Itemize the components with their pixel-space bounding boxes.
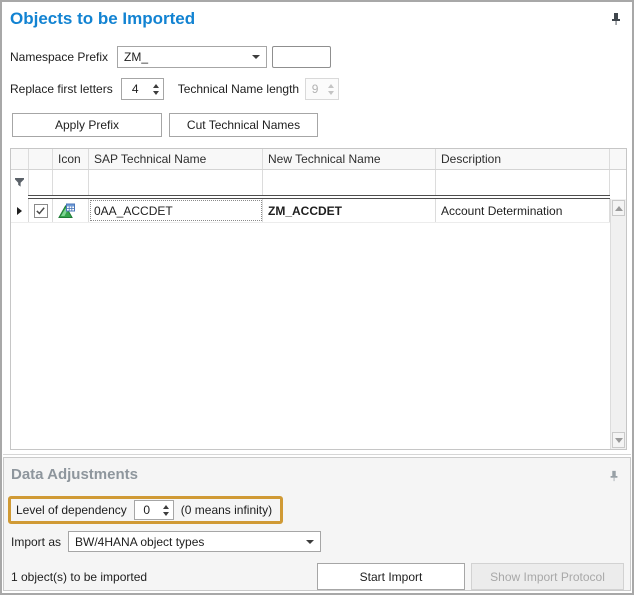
filter-funnel-icon	[14, 177, 25, 188]
show-import-protocol-button: Show Import Protocol	[471, 563, 624, 590]
cell-sap-technical-name[interactable]: 0AA_ACCDET	[89, 199, 263, 222]
filter-row	[11, 170, 626, 195]
technical-name-length-value: 9	[306, 79, 324, 99]
import-objects-window: Objects to be Imported Namespace Prefix …	[0, 0, 634, 595]
objects-table: Icon SAP Technical Name New Technical Na…	[10, 148, 627, 450]
section-title: Data Adjustments	[11, 466, 138, 483]
import-as-dropdown[interactable]: BW/4HANA object types	[68, 531, 321, 552]
vertical-scrollbar[interactable]	[610, 199, 626, 449]
namespace-prefix-value: ZM_	[124, 50, 252, 64]
column-header-spacer	[610, 149, 626, 169]
filter-cell[interactable]	[53, 170, 89, 195]
table-row[interactable]: 0AA_ACCDET ZM_ACCDET Account Determinati…	[11, 199, 626, 223]
status-text: 1 object(s) to be imported	[11, 570, 147, 584]
filter-cell-spacer	[610, 170, 626, 195]
pin-icon[interactable]	[609, 11, 623, 27]
start-import-button[interactable]: Start Import	[317, 563, 465, 590]
spinner-arrows-icon	[324, 79, 338, 99]
level-of-dependency-spinner[interactable]: 0	[134, 500, 174, 520]
column-header-indicator[interactable]	[11, 149, 29, 169]
apply-prefix-button[interactable]: Apply Prefix	[12, 113, 162, 137]
scroll-up-button[interactable]	[612, 200, 625, 216]
chevron-down-icon	[252, 55, 260, 59]
cell-description[interactable]: Account Determination	[436, 199, 610, 222]
data-adjustments-panel: Data Adjustments Level of dependency 0 (…	[3, 457, 631, 591]
column-header-icon[interactable]: Icon	[53, 149, 89, 169]
row-checkbox-cell	[29, 199, 53, 222]
checkmark-icon	[35, 205, 46, 216]
namespace-prefix-combobox[interactable]: ZM_	[117, 46, 267, 68]
level-of-dependency-highlight: Level of dependency 0 (0 means infinity)	[8, 496, 283, 524]
filter-cell[interactable]	[29, 170, 53, 195]
namespace-suffix-input[interactable]	[272, 46, 331, 68]
row-indicator	[11, 199, 29, 222]
pin-icon[interactable]	[608, 469, 622, 485]
table-header-row: Icon SAP Technical Name New Technical Na…	[11, 149, 626, 170]
import-as-value: BW/4HANA object types	[75, 535, 306, 549]
level-of-dependency-value: 0	[135, 501, 159, 519]
spinner-arrows-icon[interactable]	[159, 501, 173, 519]
column-header-new-technical-name[interactable]: New Technical Name	[263, 149, 436, 169]
page-title: Objects to be Imported	[10, 9, 195, 29]
row-arrow-icon	[17, 207, 22, 215]
replace-first-letters-value: 4	[122, 79, 149, 99]
column-header-description[interactable]: Description	[436, 149, 610, 169]
namespace-prefix-label: Namespace Prefix	[10, 50, 108, 64]
column-header-checkbox[interactable]	[29, 149, 53, 169]
row-icon-cell	[53, 199, 89, 222]
scroll-up-icon	[615, 206, 623, 211]
panel-divider	[3, 454, 631, 455]
replace-first-letters-spinner[interactable]: 4	[121, 78, 164, 100]
filter-cell[interactable]	[263, 170, 436, 195]
spinner-arrows-icon[interactable]	[149, 79, 163, 99]
filter-cell[interactable]	[89, 170, 263, 195]
level-of-dependency-hint: (0 means infinity)	[181, 503, 272, 517]
chevron-down-icon	[306, 540, 314, 544]
cut-technical-names-button[interactable]: Cut Technical Names	[169, 113, 318, 137]
level-of-dependency-label: Level of dependency	[16, 503, 127, 517]
import-as-label: Import as	[11, 535, 61, 549]
column-header-sap-technical-name[interactable]: SAP Technical Name	[89, 149, 263, 169]
cell-new-technical-name[interactable]: ZM_ACCDET	[263, 199, 436, 222]
infoobject-icon	[58, 203, 75, 219]
row-checkbox[interactable]	[34, 204, 48, 218]
scroll-down-icon	[615, 438, 623, 443]
technical-name-length-label: Technical Name length	[178, 82, 299, 96]
technical-name-length-spinner: 9	[305, 78, 339, 100]
filter-row-indicator	[11, 170, 29, 195]
filter-cell[interactable]	[436, 170, 610, 195]
scroll-down-button[interactable]	[612, 432, 625, 448]
replace-first-letters-label: Replace first letters	[10, 82, 113, 96]
